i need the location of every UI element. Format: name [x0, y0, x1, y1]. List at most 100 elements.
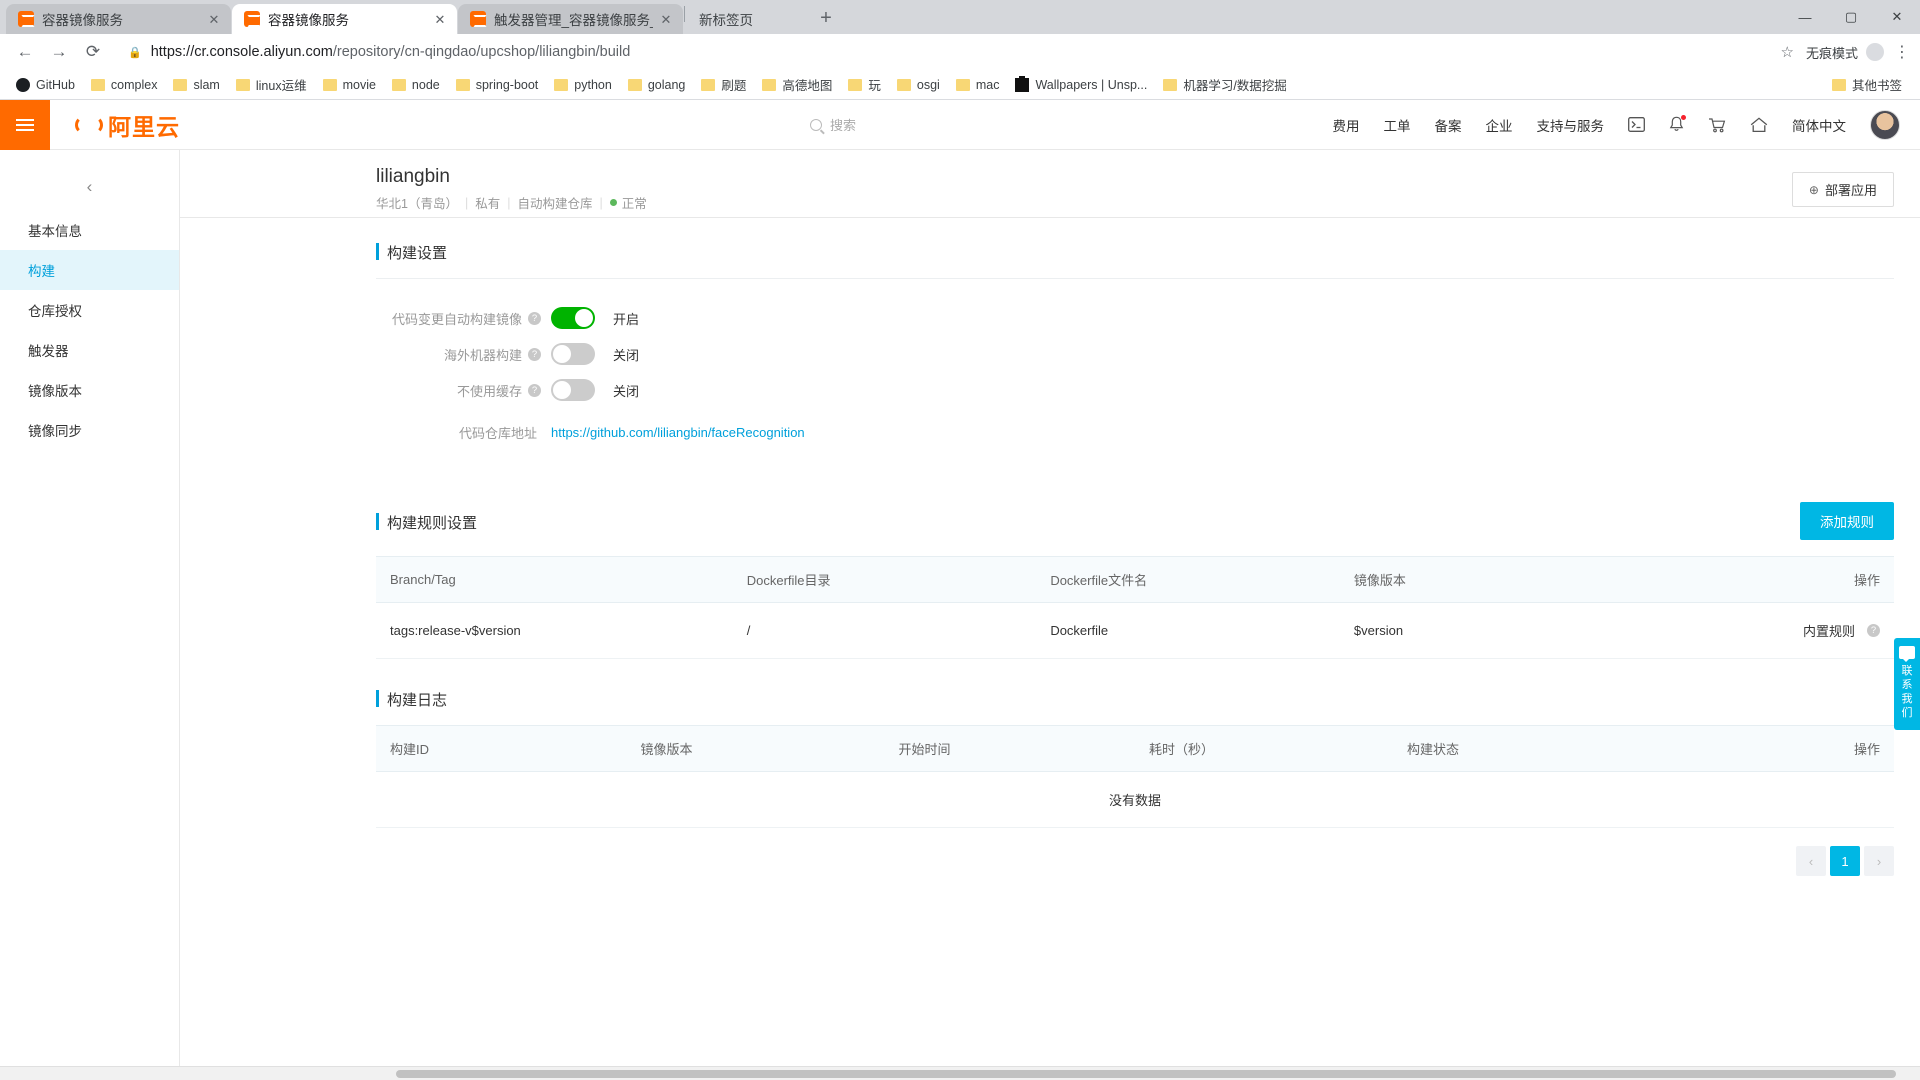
help-icon[interactable]: ? — [528, 311, 541, 325]
sidebar-item-build[interactable]: 构建 — [0, 250, 179, 290]
sidebar-item-trigger[interactable]: 触发器 — [0, 330, 179, 370]
bookmark-item[interactable]: node — [384, 78, 448, 92]
close-icon[interactable]: ✕ — [657, 10, 675, 28]
bookmark-item[interactable]: linux运维 — [228, 75, 315, 94]
forward-icon[interactable]: → — [44, 37, 74, 67]
nav-item-tickets[interactable]: 工单 — [1384, 115, 1411, 135]
column-image-version: 镜像版本 — [626, 725, 885, 772]
bookmark-item[interactable]: golang — [620, 78, 694, 92]
help-icon[interactable]: ? — [528, 347, 541, 361]
maximize-button[interactable]: ▢ — [1828, 0, 1874, 34]
browser-tab-1[interactable]: 容器镜像服务 ✕ — [6, 4, 231, 34]
toggle-no-cache[interactable] — [551, 379, 595, 401]
avatar[interactable] — [1870, 109, 1900, 140]
window-close-button[interactable]: ✕ — [1874, 0, 1920, 34]
browser-menu-icon[interactable]: ⋮ — [1894, 42, 1910, 62]
sidebar-item-image-sync[interactable]: 镜像同步 — [0, 410, 179, 450]
deploy-application-button[interactable]: ⊕ 部署应用 — [1791, 172, 1894, 207]
bookmark-item[interactable]: 刷题 — [693, 75, 754, 94]
page-subtitle: 华北1（青岛） | 私有 | 自动构建仓库 | 正常 — [376, 193, 1792, 212]
toggle-state-label: 关闭 — [613, 347, 640, 363]
setting-label: 不使用缓存 ? — [376, 381, 551, 400]
url-host: https://cr.console.aliyun.com — [150, 44, 333, 60]
bookmark-item[interactable]: mac — [948, 78, 1008, 92]
bookmark-label: 刷题 — [721, 79, 747, 93]
browser-tab-2[interactable]: 容器镜像服务 ✕ — [232, 4, 457, 34]
bookmark-item[interactable]: slam — [165, 78, 227, 92]
build-rules-header: 构建规则设置 添加规则 — [376, 480, 1894, 540]
pagination-prev[interactable]: ‹ — [1796, 846, 1826, 876]
language-selector[interactable]: 简体中文 — [1792, 115, 1846, 135]
tab-title: 新标签页 — [699, 13, 753, 28]
bookmark-label: GitHub — [36, 77, 75, 92]
global-search[interactable]: 搜索 — [810, 110, 1110, 140]
incognito-avatar-icon — [1866, 43, 1884, 61]
bookmark-label: osgi — [916, 77, 940, 92]
terminal-icon[interactable] — [1628, 117, 1645, 132]
toggle-auto-build[interactable] — [551, 307, 595, 329]
bookmark-item[interactable]: spring-boot — [448, 78, 547, 92]
builtin-rule-label: 内置规则 — [1802, 624, 1855, 639]
back-icon[interactable]: ← — [10, 37, 40, 67]
bookmark-item[interactable]: 高德地图 — [754, 75, 840, 94]
contact-us-widget[interactable]: 联系我们 — [1894, 638, 1920, 730]
other-bookmarks-item[interactable]: 其他书签 — [1824, 75, 1910, 94]
bell-icon[interactable] — [1669, 115, 1686, 133]
setting-row-no-cache: 不使用缓存 ? 关闭 — [376, 379, 1894, 401]
help-icon[interactable]: ? — [528, 383, 541, 397]
sidebar-collapse-icon[interactable]: ‹ — [0, 164, 179, 210]
new-tab-button[interactable]: + — [812, 4, 840, 32]
menu-hamburger-icon[interactable] — [0, 99, 50, 150]
incognito-indicator[interactable]: 无痕模式 — [1806, 43, 1884, 62]
cell-actions: 内置规则 ? — [1628, 602, 1894, 659]
address-bar[interactable]: 🔒 https://cr.console.aliyun.com/reposito… — [118, 39, 1775, 65]
cart-icon[interactable] — [1708, 117, 1726, 133]
bookmark-item[interactable]: movie — [315, 78, 384, 92]
sidebar-item-image-version[interactable]: 镜像版本 — [0, 370, 179, 410]
build-logs-table: 构建ID 镜像版本 开始时间 耗时（秒） 构建状态 操作 没有数据 — [376, 725, 1894, 828]
nav-item-enterprise[interactable]: 企业 — [1486, 115, 1513, 135]
minimize-button[interactable]: — — [1782, 0, 1828, 34]
pagination-page-1[interactable]: 1 — [1830, 846, 1860, 876]
bookmark-item[interactable]: osgi — [889, 78, 948, 92]
nav-item-support[interactable]: 支持与服务 — [1537, 115, 1605, 135]
horizontal-scrollbar[interactable] — [0, 1066, 1920, 1080]
add-rule-button[interactable]: 添加规则 — [1800, 502, 1894, 540]
aliyun-logo[interactable]: 阿里云 — [75, 108, 180, 142]
browser-tab-new-page[interactable]: 新标签页 — [685, 4, 805, 34]
bookmark-item[interactable]: GitHub — [8, 77, 83, 92]
bookmark-label: movie — [342, 77, 376, 92]
toggle-state-label: 关闭 — [613, 383, 640, 399]
bookmark-item[interactable]: 玩 — [840, 75, 889, 94]
bookmark-item[interactable]: 机器学习/数据挖掘 — [1155, 75, 1294, 94]
bookmark-item[interactable]: complex — [83, 78, 166, 92]
folder-icon — [896, 78, 911, 91]
sidebar-item-label: 构建 — [28, 264, 55, 279]
browser-tab-3[interactable]: 触发器管理_容器镜像服务_用户… ✕ — [458, 4, 683, 34]
bookmark-star-icon[interactable]: ☆ — [1781, 43, 1794, 61]
nav-item-filing[interactable]: 备案 — [1435, 115, 1462, 135]
column-dockerfile-name: Dockerfile文件名 — [1036, 556, 1340, 603]
bookmark-item[interactable]: Wallpapers | Unsp... — [1007, 75, 1155, 92]
bookmark-label: 高德地图 — [782, 79, 833, 93]
builtin-rule-badge: 内置规则 ? — [1803, 621, 1880, 640]
aliyun-favicon-icon — [244, 11, 261, 27]
toggle-overseas-build[interactable] — [551, 343, 595, 365]
reload-icon[interactable]: ⟳ — [78, 37, 108, 67]
sidebar-item-label: 镜像版本 — [28, 384, 82, 399]
tab-title: 容器镜像服务 — [42, 13, 123, 28]
close-icon[interactable]: ✕ — [205, 10, 223, 28]
home-icon[interactable] — [1750, 116, 1768, 133]
sidebar-item-label: 触发器 — [28, 344, 69, 359]
contact-widget-label: 联系我们 — [1901, 665, 1913, 719]
sidebar-item-repo-auth[interactable]: 仓库授权 — [0, 290, 179, 330]
close-icon[interactable]: ✕ — [431, 10, 449, 28]
sidebar-item-basic-info[interactable]: 基本信息 — [0, 210, 179, 250]
setting-row-overseas-build: 海外机器构建 ? 关闭 — [376, 343, 1894, 365]
repo-url-link[interactable]: https://github.com/liliangbin/faceRecogn… — [551, 425, 805, 440]
help-icon[interactable]: ? — [1867, 624, 1880, 637]
bookmark-item[interactable]: python — [546, 78, 620, 92]
nav-item-fees[interactable]: 费用 — [1333, 115, 1360, 135]
scrollbar-thumb[interactable] — [396, 1070, 1896, 1078]
pagination-next[interactable]: › — [1864, 846, 1894, 876]
